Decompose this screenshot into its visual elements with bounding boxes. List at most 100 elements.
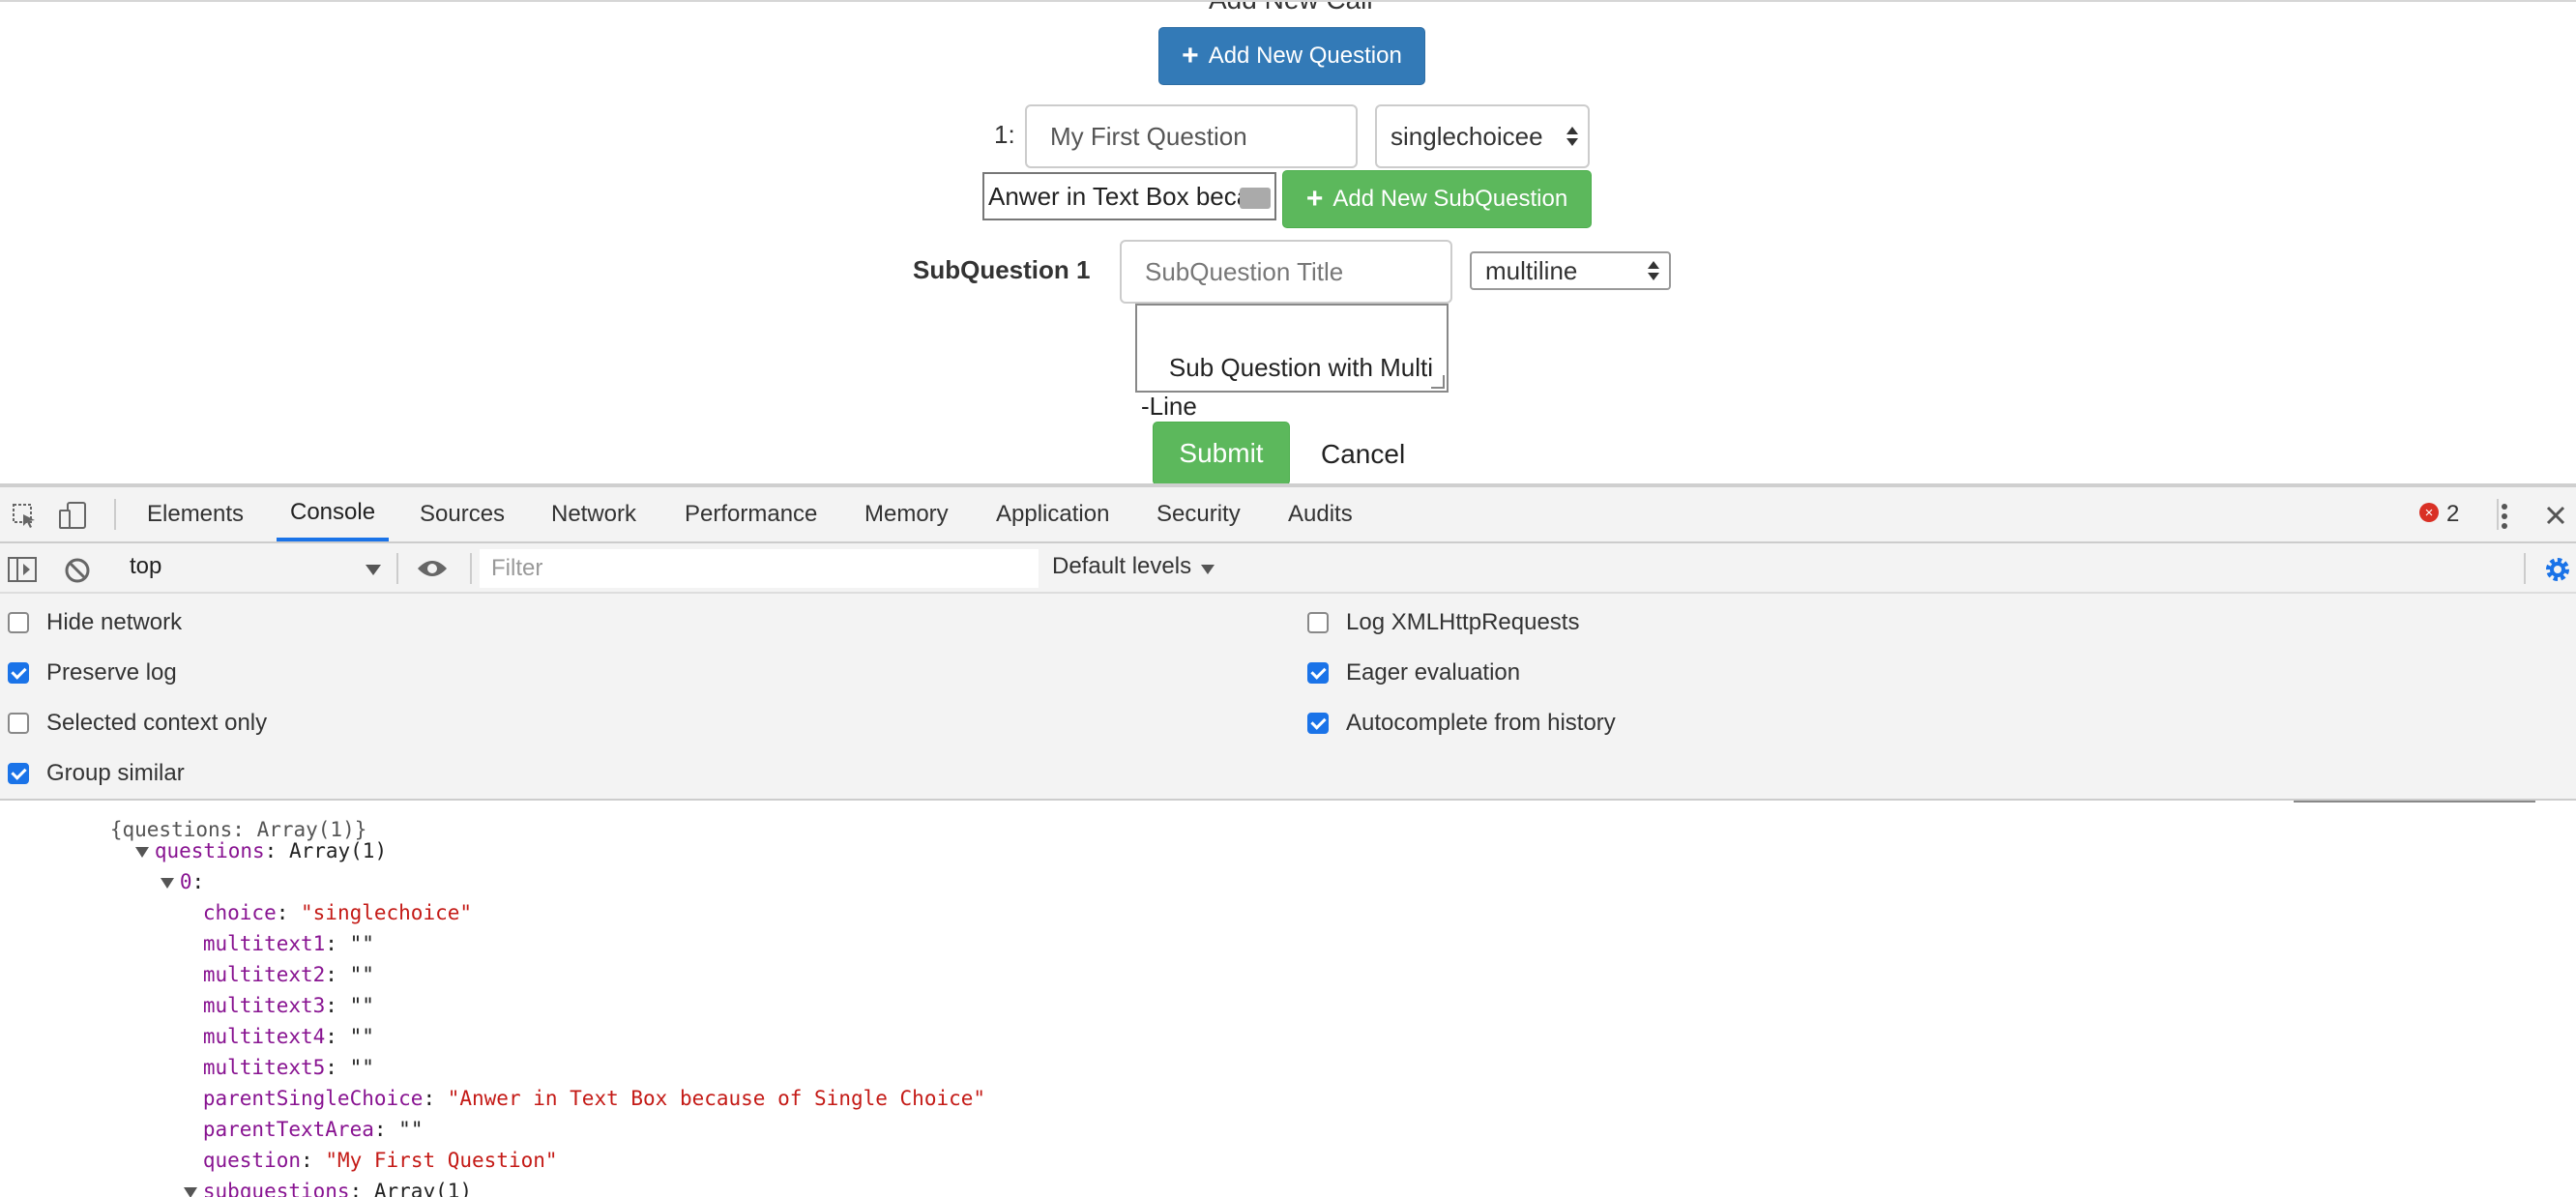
cancel-link[interactable]: Cancel xyxy=(1321,439,1405,470)
checkbox[interactable] xyxy=(8,763,29,784)
setting-label: Autocomplete from history xyxy=(1346,710,1616,736)
console-line[interactable]: questions: Array(1) xyxy=(62,804,387,862)
clear-console-icon[interactable] xyxy=(64,557,91,584)
context-selector[interactable]: top xyxy=(130,553,161,580)
subquestion-textarea-value: Sub Question with Multi -Line xyxy=(1141,353,1434,421)
add-new-question-button[interactable]: + Add New Question xyxy=(1158,27,1425,85)
filter-input[interactable]: Filter xyxy=(480,549,1039,588)
checkbox[interactable] xyxy=(8,713,29,734)
console-line: parentTextArea: "" xyxy=(202,1118,424,1141)
tab-network[interactable]: Network xyxy=(551,487,636,541)
tab-application[interactable]: Application xyxy=(996,487,1109,541)
question-number: 1: xyxy=(994,120,1015,149)
web-page: Add New Call + Add New Question 1: My Fi… xyxy=(0,0,2576,483)
source-link[interactable] xyxy=(2294,801,2535,803)
subquestion-label: SubQuestion 1 xyxy=(913,255,1091,284)
close-icon[interactable] xyxy=(2545,505,2566,526)
submit-label: Submit xyxy=(1179,438,1264,468)
toolbar-divider xyxy=(2524,553,2526,584)
autofill-icon xyxy=(1240,188,1271,209)
setting-label: Group similar xyxy=(46,760,185,786)
setting-label: Hide network xyxy=(46,609,183,635)
setting-label: Eager evaluation xyxy=(1346,659,1521,686)
filter-placeholder: Filter xyxy=(491,555,543,581)
page-heading: Add New Call xyxy=(1209,2,1373,15)
submit-button[interactable]: Submit xyxy=(1153,422,1290,483)
console-line: choice: "singlechoice" xyxy=(202,901,473,924)
tab-security[interactable]: Security xyxy=(1156,487,1241,541)
console-line: multitext2: "" xyxy=(202,963,374,986)
device-toolbar-icon[interactable] xyxy=(58,501,89,530)
dropdown-arrow-icon[interactable] xyxy=(366,565,381,575)
console-line: multitext4: "" xyxy=(202,1025,374,1048)
question-type-select[interactable]: singlechoicee xyxy=(1375,104,1590,168)
console-line: parentSingleChoice: "Anwer in Text Box b… xyxy=(202,1087,986,1110)
devtools-panel: Elements Console Sources Network Perform… xyxy=(0,483,2576,1197)
plus-icon: + xyxy=(1305,183,1324,215)
console-line[interactable]: subquestions: Array(1) xyxy=(110,1145,472,1197)
error-count[interactable]: 2 xyxy=(2446,501,2459,528)
show-sidebar-icon[interactable] xyxy=(8,557,37,582)
toolbar-divider xyxy=(2497,499,2499,530)
resize-handle-icon[interactable] xyxy=(1431,375,1445,389)
console-settings-gear-icon[interactable] xyxy=(2543,555,2572,584)
log-levels-dropdown[interactable]: Default levels xyxy=(1052,553,1191,580)
console-line: multitext1: "" xyxy=(202,932,374,955)
subquestion-type-select[interactable]: multiline xyxy=(1470,251,1671,290)
devtools-tab-bar: Elements Console Sources Network Perform… xyxy=(0,487,2576,543)
dropdown-arrow-icon[interactable] xyxy=(1201,565,1215,574)
tab-sources[interactable]: Sources xyxy=(420,487,505,541)
plus-icon: + xyxy=(1182,40,1199,72)
tab-elements[interactable]: Elements xyxy=(147,487,244,541)
question-title-input[interactable]: My First Question xyxy=(1025,104,1358,168)
prop-value: Array(1) xyxy=(373,1180,473,1197)
console-line: multitext3: "" xyxy=(202,994,374,1017)
tab-performance[interactable]: Performance xyxy=(685,487,817,541)
tab-console[interactable]: Console xyxy=(277,487,390,541)
console-toolbar: top Filter Default levels xyxy=(0,543,2576,594)
setting-group-similar[interactable]: Group similar xyxy=(8,760,185,787)
select-arrows-icon xyxy=(1566,127,1578,146)
checkbox[interactable] xyxy=(1307,713,1329,734)
add-new-subquestion-label: Add New SubQuestion xyxy=(1332,186,1568,212)
subquestion-textarea[interactable]: Sub Question with Multi -Line xyxy=(1135,304,1449,421)
subquestion-title-placeholder: SubQuestion Title xyxy=(1145,256,1344,286)
console-line[interactable]: 0: xyxy=(135,1176,252,1197)
subquestion-title-input[interactable]: SubQuestion Title xyxy=(1120,240,1452,304)
subquestion-type-value: multiline xyxy=(1485,255,1578,285)
inspect-element-icon[interactable] xyxy=(12,503,39,530)
setting-log-xmlhttprequests[interactable]: Log XMLHttpRequests xyxy=(1307,609,1579,636)
console-settings-pane: Hide network Preserve log Selected conte… xyxy=(0,594,2576,801)
toolbar-divider xyxy=(114,499,116,530)
error-icon[interactable]: × xyxy=(2419,503,2439,522)
checkbox[interactable] xyxy=(8,612,29,633)
checkbox[interactable] xyxy=(8,662,29,684)
prop-value: "Anwer in Text Box because of Single Cho… xyxy=(447,1087,986,1110)
setting-autocomplete-from-history[interactable]: Autocomplete from history xyxy=(1307,710,1616,737)
tab-audits[interactable]: Audits xyxy=(1288,487,1353,541)
more-options-icon[interactable] xyxy=(2501,503,2508,530)
toolbar-divider xyxy=(396,553,398,584)
answer-text-input[interactable]: Anwer in Text Box beca xyxy=(982,172,1276,220)
setting-label: Selected context only xyxy=(46,710,268,736)
toolbar-divider xyxy=(470,553,472,584)
setting-hide-network[interactable]: Hide network xyxy=(8,609,182,636)
question-type-value: singlechoicee xyxy=(1390,121,1543,151)
console-output: {questions: Array(1)} questions: Array(1… xyxy=(0,801,2576,1197)
tab-memory[interactable]: Memory xyxy=(864,487,949,541)
answer-text-value: Anwer in Text Box beca xyxy=(988,181,1251,211)
add-new-question-label: Add New Question xyxy=(1208,43,1402,69)
checkbox[interactable] xyxy=(1307,662,1329,684)
console-line[interactable]: 0: xyxy=(87,835,204,893)
live-expression-eye-icon[interactable] xyxy=(416,557,449,580)
setting-preserve-log[interactable]: Preserve log xyxy=(8,659,177,686)
question-title-value: My First Question xyxy=(1050,121,1247,151)
console-line: multitext5: "" xyxy=(202,1056,374,1079)
prop-value: Array(1) xyxy=(288,839,388,862)
setting-selected-context-only[interactable]: Selected context only xyxy=(8,710,267,737)
add-new-subquestion-button[interactable]: + Add New SubQuestion xyxy=(1282,170,1592,228)
setting-label: Preserve log xyxy=(46,659,177,686)
setting-eager-evaluation[interactable]: Eager evaluation xyxy=(1307,659,1520,686)
checkbox[interactable] xyxy=(1307,612,1329,633)
console-line: question: "My First Question" xyxy=(202,1149,558,1172)
